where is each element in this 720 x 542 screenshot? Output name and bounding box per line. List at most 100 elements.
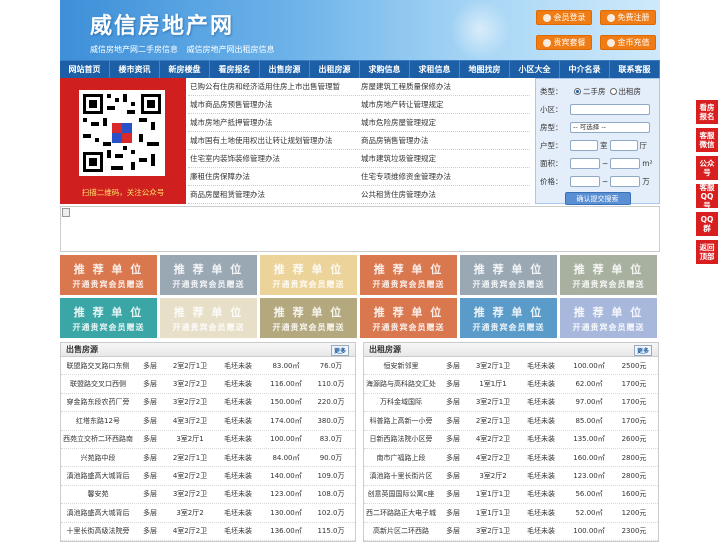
policy-link[interactable]: 城市房地产转让管理规定 [359,99,530,110]
nav-communities[interactable]: 小区大全 [510,61,560,78]
price-max-input[interactable] [610,175,641,187]
table-row[interactable]: 滇池路盛高大城背后 多层 3室2厅2 毛坯未装 130.00㎡ 102.0万 [61,504,355,523]
table-row[interactable]: 十里长街高级法院旁 多层 4室2厅2卫 毛坯未装 136.00㎡ 115.0万 [61,523,355,541]
promo-slot[interactable]: 推 荐 单 位开通贵宾会员赠送 [160,298,257,338]
listing-location[interactable]: 滇池路十里长街片区 [364,471,438,481]
table-row[interactable]: 联盟路交叉口西侧 多层 3室2厅2卫 毛坯未装 116.00㎡ 110.0万 [61,375,355,394]
promo-slot[interactable]: 推 荐 单 位开通贵宾会员赠送 [260,298,357,338]
table-row[interactable]: 万科金域国际 多层 3室2厅1卫 毛坯未装 97.00㎡ 1700元 [364,394,658,413]
listing-location[interactable]: 滇池路盛高大城背后 [61,471,135,481]
promo-slot[interactable]: 推 荐 单 位开通贵宾会员赠送 [260,255,357,295]
promo-slot[interactable]: 推 荐 单 位开通贵宾会员赠送 [560,298,657,338]
area-min-input[interactable] [570,157,600,169]
policy-link[interactable]: 城市商品房预售管理办法 [188,99,359,110]
policy-link[interactable]: 城市国有土地使用权出让转让规划管理办法 [188,135,359,146]
policy-link[interactable]: 住宅专项维修资金管理办法 [359,171,530,182]
listing-location[interactable]: 日新西路法院小区旁 [364,434,438,444]
area-max-input[interactable] [610,157,641,169]
promo-slot[interactable]: 推 荐 单 位开通贵宾会员赠送 [160,255,257,295]
policy-link[interactable]: 城市危险房屋管理规定 [359,117,530,128]
table-row[interactable]: 科普路上高新一小旁 多层 2室2厅1卫 毛坯未装 85.00㎡ 1700元 [364,412,658,431]
policy-link[interactable]: 商品房销售管理办法 [359,135,530,146]
policy-link[interactable]: 房屋建筑工程质量保修办法 [359,81,530,92]
nav-wanted-buy[interactable]: 求购信息 [360,61,410,78]
promo-slot[interactable]: 推 荐 单 位开通贵宾会员赠送 [360,298,457,338]
listing-location[interactable]: 万科金域国际 [364,397,438,407]
listing-location[interactable]: 海源路与高科路交汇处 [364,379,438,389]
listing-location[interactable]: 西二环路路正大电子城 [364,508,438,518]
policy-link[interactable]: 已购公有住房和经济适用住房上市出售管理暂 [188,81,359,92]
side-viewing-signup-button[interactable]: 看房报名 [696,100,718,124]
table-row[interactable]: 海源路与高科路交汇处 多层 1室1厅1 毛坯未装 62.00㎡ 1700元 [364,375,658,394]
policy-link[interactable]: 城市建筑垃圾管理规定 [359,153,530,164]
table-row[interactable]: 红塔东路12号 多层 4室3厅2卫 毛坯未装 174.00㎡ 380.0万 [61,412,355,431]
sale-more-button[interactable]: 更多 [330,345,349,356]
table-row[interactable]: 恒安新邻里 多层 3室2厅1卫 毛坯未装 100.00㎡ 2500元 [364,357,658,376]
promo-slot[interactable]: 推 荐 单 位开通贵宾会员赠送 [360,255,457,295]
side-back-to-top-button[interactable]: 返回顶部 [696,240,718,264]
listing-location[interactable]: 西苑立交桥二环西路南 [61,434,135,444]
side-service-qq-button[interactable]: 客服QQ号 [696,183,718,210]
table-row[interactable]: 馨安苑 多层 3室2厅2卫 毛坯未装 123.00㎡ 108.0万 [61,486,355,505]
table-row[interactable]: 创意英国国际公寓c座 多层 1室1厅1卫 毛坯未装 56.00㎡ 1600元 [364,486,658,505]
policy-link[interactable]: 商品房屋租赁管理办法 [188,189,359,200]
radio-sale[interactable] [574,87,581,95]
listing-location[interactable]: 馨安苑 [61,489,135,499]
listing-location[interactable]: 恒安新邻里 [364,361,438,371]
table-row[interactable]: 西苑立交桥二环西路南 多层 3室2厅1 毛坯未装 100.00㎡ 83.0万 [61,431,355,449]
table-row[interactable]: 穿金路东段农药厂旁 多层 3室2厅2卫 毛坯未装 150.00㎡ 220.0万 [61,394,355,413]
promo-slot[interactable]: 推 荐 单 位开通贵宾会员赠送 [560,255,657,295]
nav-viewing-signup[interactable]: 看房报名 [210,61,260,78]
table-row[interactable]: 滇池路十里长街片区 多层 3室2厅2 毛坯未装 123.00㎡ 2800元 [364,467,658,486]
policy-link[interactable]: 廉租住房保障办法 [188,171,359,182]
listing-location[interactable]: 创意英国国际公寓c座 [364,489,438,499]
nav-home[interactable]: 网站首页 [60,61,110,78]
room-select[interactable] [570,139,598,151]
hall-select[interactable] [609,139,638,151]
usage-select[interactable]: -- 可选择 -- [570,121,650,133]
search-submit-button[interactable]: 确认提交搜索 [564,192,631,205]
side-service-wechat-button[interactable]: 客服微信 [696,128,718,152]
side-qq-group-button[interactable]: QQ群 [696,212,718,236]
table-row[interactable]: 日新西路法院小区旁 多层 4室2厅2卫 毛坯未装 135.00㎡ 2600元 [364,431,658,449]
listing-location[interactable]: 高新片区二环西路 [364,526,438,536]
table-row[interactable]: 西二环路路正大电子城 多层 1室1厅1卫 毛坯未装 52.00㎡ 1200元 [364,504,658,523]
policy-link[interactable]: 住宅室内装饰装修管理办法 [188,153,359,164]
listing-location[interactable]: 兴苑路中段 [61,453,135,463]
ad-banner[interactable] [60,206,660,252]
table-row[interactable]: 联盟路交叉路口东侧 多层 2室2厅1卫 毛坯未装 83.00㎡ 76.0万 [61,357,355,376]
side-public-account-button[interactable]: 公众号 [696,156,718,180]
nav-sale[interactable]: 出售房源 [260,61,310,78]
promo-slot[interactable]: 推 荐 单 位开通贵宾会员赠送 [60,298,157,338]
table-row[interactable]: 兴苑路中段 多层 2室2厅1卫 毛坯未装 84.00㎡ 90.0万 [61,449,355,468]
nav-news[interactable]: 楼市资讯 [110,61,160,78]
listing-location[interactable]: 十里长街高级法院旁 [61,526,135,536]
register-button[interactable]: 免费注册 [600,10,656,25]
table-row[interactable]: 南市广福路上段 多层 4室2厅2卫 毛坯未装 160.00㎡ 2800元 [364,449,658,468]
policy-link[interactable]: 公共租赁住房管理办法 [359,189,530,200]
radio-rent[interactable] [609,87,617,95]
promo-slot[interactable]: 推 荐 单 位开通贵宾会员赠送 [460,255,557,295]
nav-rent[interactable]: 出租房源 [310,61,360,78]
nav-map[interactable]: 地图找房 [460,61,510,78]
nav-contact[interactable]: 联系客服 [610,61,660,78]
login-button[interactable]: 会员登录 [536,10,592,25]
nav-new-homes[interactable]: 新房楼盘 [160,61,210,78]
promo-slot[interactable]: 推 荐 单 位开通贵宾会员赠送 [60,255,157,295]
community-input[interactable] [570,103,650,115]
nav-wanted-rent[interactable]: 求租信息 [410,61,460,78]
vip-package-button[interactable]: 贵宾套餐 [536,35,592,50]
price-min-input[interactable] [570,175,600,187]
table-row[interactable]: 高新片区二环西路 多层 3室2厅1卫 毛坯未装 100.00㎡ 2300元 [364,523,658,541]
listing-location[interactable]: 南市广福路上段 [364,453,438,463]
promo-slot[interactable]: 推 荐 单 位开通贵宾会员赠送 [460,298,557,338]
table-row[interactable]: 滇池路盛高大城背后 多层 4室2厅2卫 毛坯未装 140.00㎡ 109.0万 [61,467,355,486]
listing-location[interactable]: 红塔东路12号 [61,416,135,426]
listing-location[interactable]: 穿金路东段农药厂旁 [61,397,135,407]
rent-more-button[interactable]: 更多 [633,345,652,356]
nav-agents[interactable]: 中介名录 [560,61,610,78]
listing-location[interactable]: 科普路上高新一小旁 [364,416,438,426]
listing-location[interactable]: 联盟路交叉口西侧 [61,379,135,389]
recharge-button[interactable]: 金币充值 [600,35,656,50]
listing-location[interactable]: 滇池路盛高大城背后 [61,508,135,518]
